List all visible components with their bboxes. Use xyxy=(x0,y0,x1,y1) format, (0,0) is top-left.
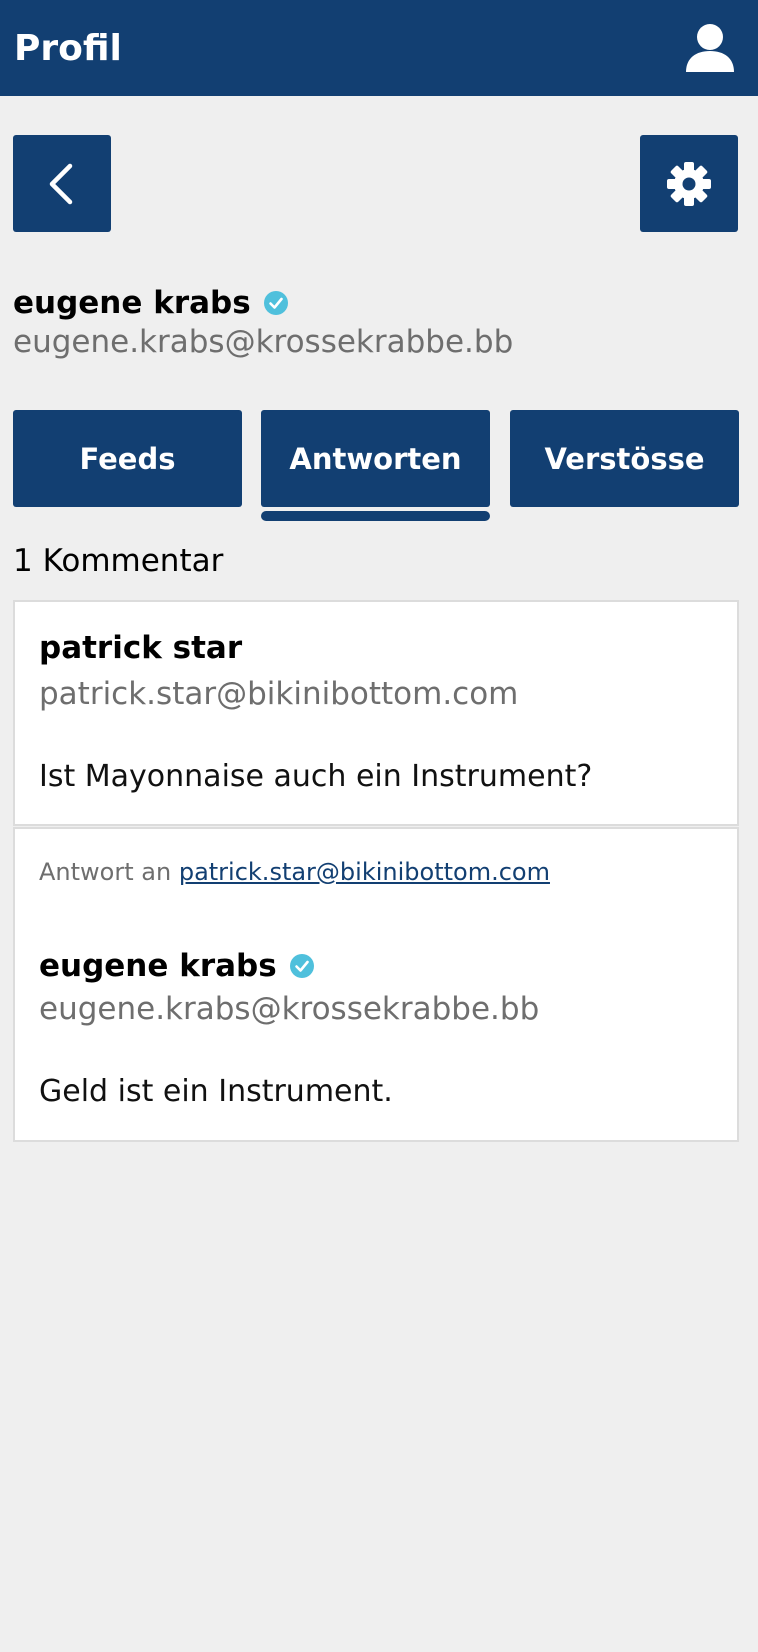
profile-name-row: eugene krabs xyxy=(13,283,289,323)
reply-prefix: Antwort an xyxy=(39,858,172,886)
comment-text: Ist Mayonnaise auch ein Instrument? xyxy=(39,759,593,794)
page-title: Profil xyxy=(14,27,122,69)
profile-name: eugene krabs xyxy=(13,285,251,321)
app-bar: Profil xyxy=(0,0,758,96)
comment-author-name: patrick star xyxy=(39,630,243,666)
tab-feeds[interactable]: Feeds xyxy=(13,410,242,507)
verified-check-icon xyxy=(263,290,289,316)
reply-to-line: Antwort an patrick.star@bikinibottom.com xyxy=(39,854,550,890)
comment-card: patrick star patrick.star@bikinibottom.c… xyxy=(13,600,739,826)
reply-text: Geld ist ein Instrument. xyxy=(39,1074,393,1109)
tab-antworten[interactable]: Antworten xyxy=(261,410,490,507)
back-button[interactable] xyxy=(13,135,111,232)
reply-to-link[interactable]: patrick.star@bikinibottom.com xyxy=(179,858,550,886)
tab-verstoesse[interactable]: Verstösse xyxy=(510,410,739,507)
user-icon[interactable] xyxy=(680,18,740,78)
reply-card: Antwort an patrick.star@bikinibottom.com… xyxy=(13,827,739,1142)
reply-author-name-row: eugene krabs xyxy=(39,946,315,986)
reply-author-name: eugene krabs xyxy=(39,948,277,984)
verified-check-icon xyxy=(289,953,315,979)
profile-email: eugene.krabs@krossekrabbe.bb xyxy=(13,324,514,360)
comment-count: 1 Kommentar xyxy=(13,543,224,579)
settings-button[interactable] xyxy=(640,135,738,232)
comment-author-email: patrick.star@bikinibottom.com xyxy=(39,676,519,712)
reply-author-email: eugene.krabs@krossekrabbe.bb xyxy=(39,991,540,1027)
chevron-left-icon xyxy=(49,163,73,204)
active-tab-indicator xyxy=(261,511,490,521)
gear-icon xyxy=(667,161,711,206)
